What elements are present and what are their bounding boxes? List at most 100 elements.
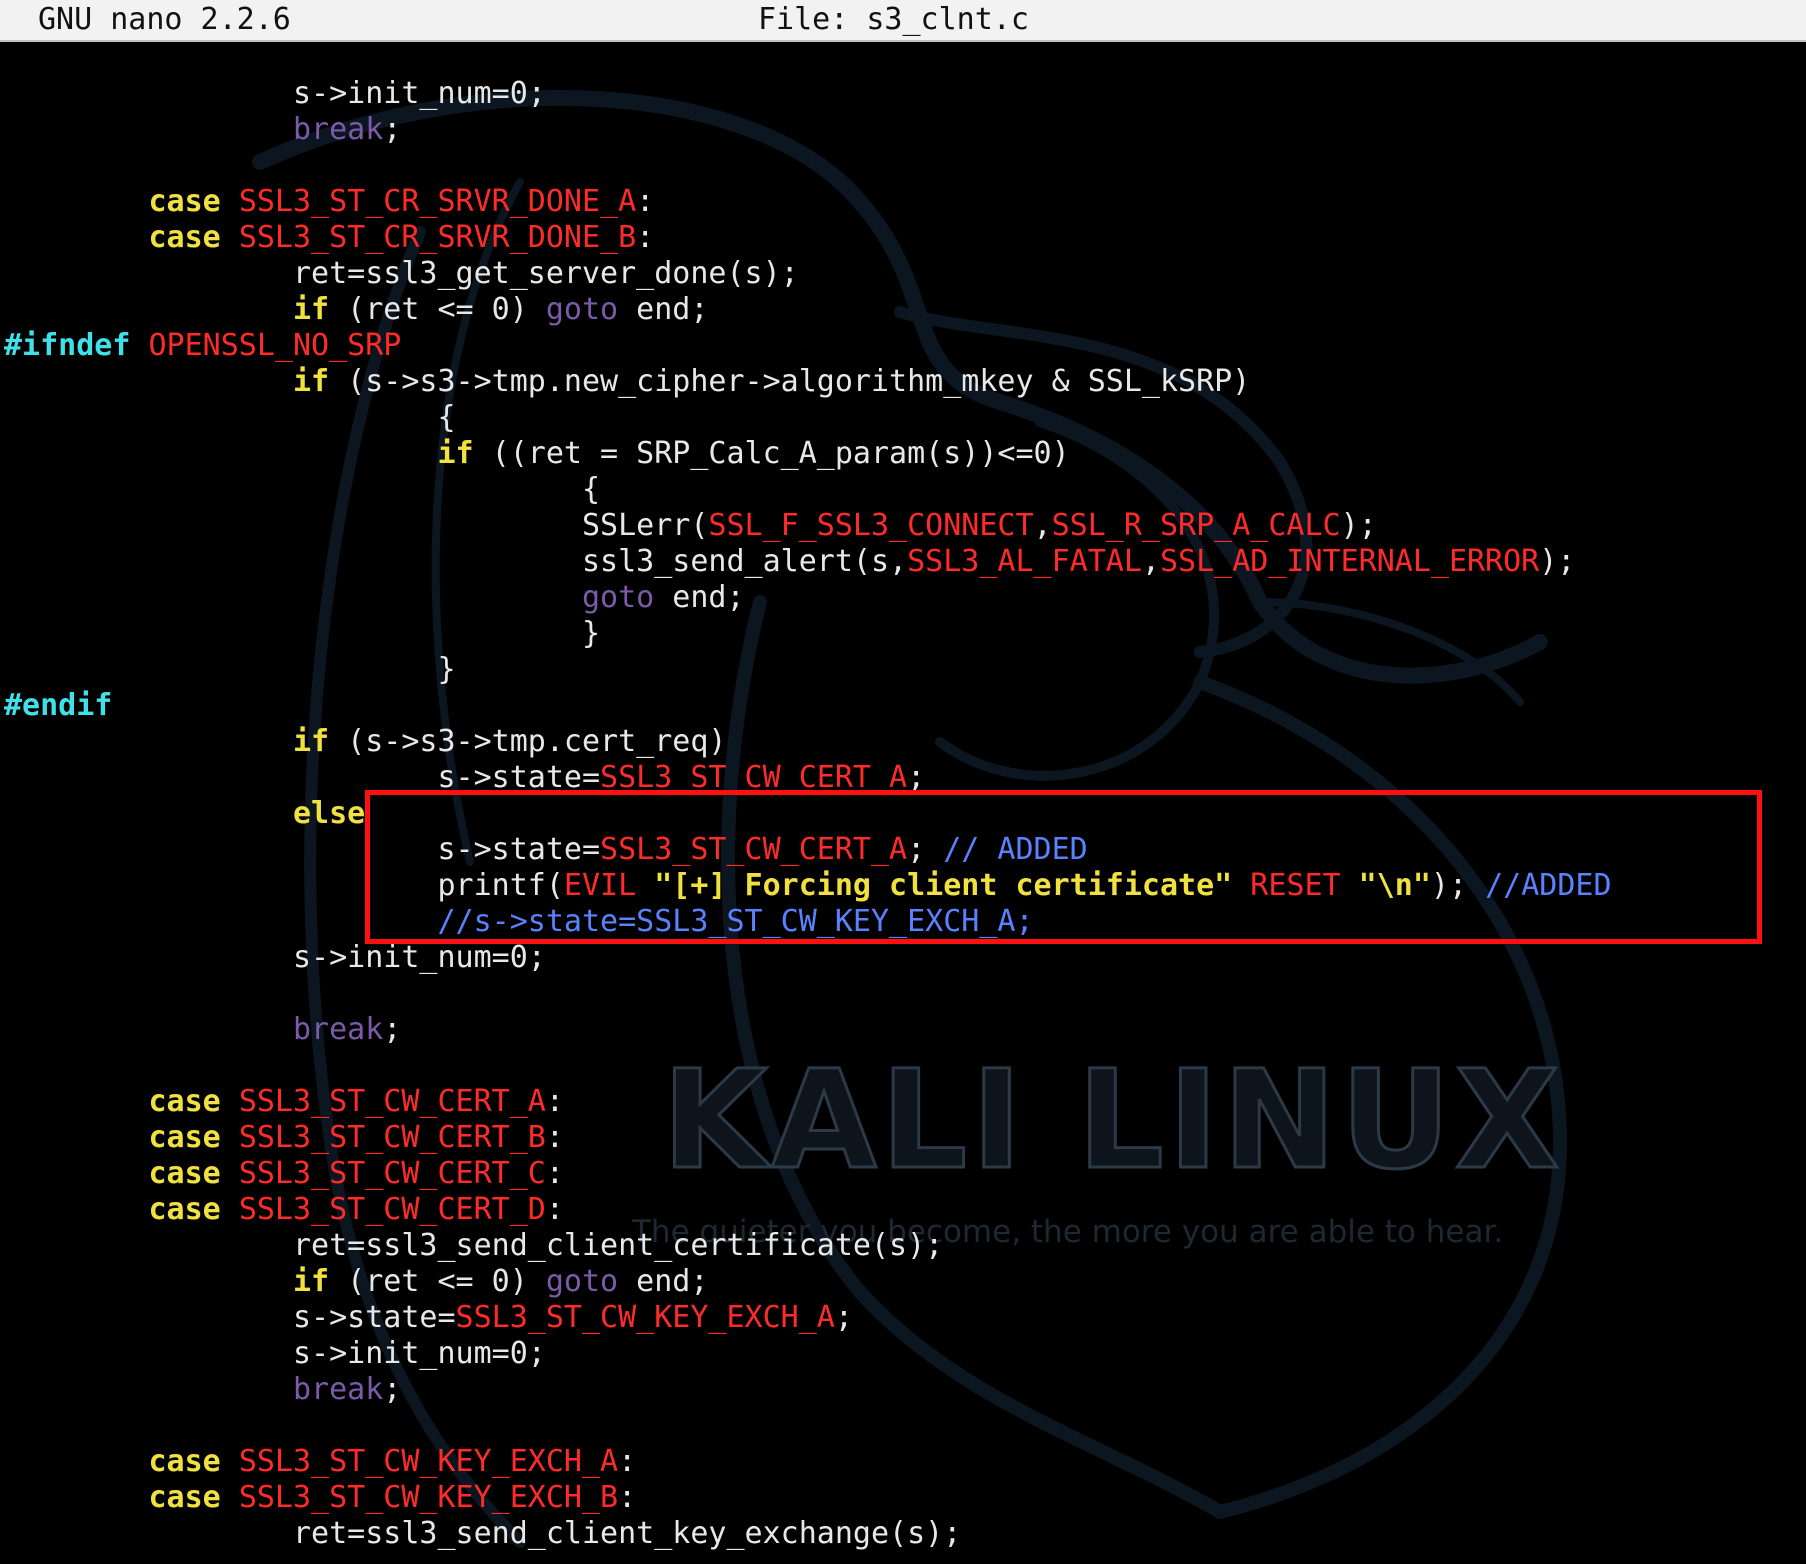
code-token: }: [4, 616, 601, 651]
code-line: case SSL3_ST_CW_CERT_B:: [4, 1120, 1804, 1156]
code-token: :: [545, 1120, 564, 1155]
code-token: SSL3_ST_CR_SRVR_DONE_A: [238, 184, 637, 219]
code-token: if: [292, 292, 330, 327]
code-line: case SSL3_ST_CR_SRVR_DONE_B:: [4, 220, 1804, 256]
code-line: s->state=SSL3_ST_CW_KEY_EXCH_A;: [4, 1300, 1804, 1336]
code-token: case: [148, 1084, 221, 1119]
code-token: goto: [545, 292, 619, 327]
code-token: s->init_num=0;: [4, 940, 546, 975]
code-line: case SSL3_ST_CW_CERT_D:: [4, 1192, 1804, 1228]
code-token: case: [148, 184, 221, 219]
code-line: case SSL3_ST_CW_KEY_EXCH_A:: [4, 1444, 1804, 1480]
code-token: case: [148, 1192, 221, 1227]
code-token: break: [292, 112, 384, 147]
highlight-annotation-box: [365, 790, 1762, 944]
code-line: break;: [4, 1372, 1804, 1408]
code-line: ssl3_send_alert(s,SSL3_AL_FATAL,SSL_AD_I…: [4, 544, 1804, 580]
code-token: {: [4, 400, 456, 435]
code-token: SSL3_ST_CW_KEY_EXCH_B: [238, 1480, 619, 1515]
code-token: :: [545, 1084, 564, 1119]
code-line: case SSL3_ST_CW_CERT_A:: [4, 1084, 1804, 1120]
code-token: s->state=: [4, 1300, 456, 1335]
code-token: );: [1340, 508, 1377, 543]
code-token: ,: [1141, 544, 1160, 579]
code-line: }: [4, 616, 1804, 652]
code-token: :: [618, 1444, 637, 1479]
code-token: end;: [618, 292, 709, 327]
code-line: if (ret <= 0) goto end;: [4, 1264, 1804, 1300]
code-line: if (s->s3->tmp.new_cipher->algorithm_mke…: [4, 364, 1804, 400]
code-token: end;: [654, 580, 745, 615]
code-token: SSL3_ST_CW_KEY_EXCH_A: [238, 1444, 619, 1479]
code-token: if: [292, 364, 330, 399]
code-token: if: [292, 1264, 330, 1299]
code-token: break: [292, 1372, 384, 1407]
code-token: SSL3_ST_CW_CERT_B: [238, 1120, 546, 1155]
code-token: end;: [618, 1264, 709, 1299]
code-token: ;: [834, 1300, 853, 1335]
terminal-window: GNU nano 2.2.6 File: s3_clnt.c KALI LINU…: [0, 0, 1806, 1564]
code-line: s->init_num=0;: [4, 76, 1804, 112]
code-token: ret=ssl3_send_client_certificate(s);: [4, 1228, 944, 1263]
code-line: {: [4, 400, 1804, 436]
code-token: ,: [1033, 508, 1052, 543]
code-line: #endif: [4, 688, 1804, 724]
code-line: if ((ret = SRP_Calc_A_param(s))<=0): [4, 436, 1804, 472]
code-token: SSL3_ST_CW_CERT_A: [238, 1084, 546, 1119]
code-token: SSL_AD_INTERNAL_ERROR: [1159, 544, 1540, 579]
code-line: ret=ssl3_send_client_key_exchange(s);: [4, 1516, 1804, 1552]
editor-version: GNU nano 2.2.6: [38, 2, 291, 37]
code-token: ;: [383, 112, 402, 147]
code-token: SSLerr(: [4, 508, 709, 543]
code-token: #ifndef: [4, 328, 131, 363]
code-token: ;: [383, 1372, 402, 1407]
code-line: break;: [4, 1012, 1804, 1048]
code-line: break;: [4, 112, 1804, 148]
code-token: SSL_F_SSL3_CONNECT: [708, 508, 1034, 543]
code-token: :: [636, 220, 655, 255]
code-token: :: [545, 1156, 564, 1191]
code-token: case: [148, 220, 221, 255]
code-token: break: [292, 1012, 384, 1047]
code-token: SSL_R_SRP_A_CALC: [1051, 508, 1341, 543]
code-line: goto end;: [4, 580, 1804, 616]
code-token: }: [4, 652, 456, 687]
code-token: ;: [383, 1012, 402, 1047]
code-token: :: [636, 184, 655, 219]
code-line: {: [4, 472, 1804, 508]
code-line: ret=ssl3_send_client_certificate(s);: [4, 1228, 1804, 1264]
code-token: goto: [545, 1264, 619, 1299]
code-token: goto: [581, 580, 655, 615]
nano-title-bar: GNU nano 2.2.6 File: s3_clnt.c: [0, 0, 1806, 42]
code-line: ret=ssl3_get_server_done(s);: [4, 256, 1804, 292]
code-token: s->init_num=0;: [4, 76, 546, 111]
code-token: s->init_num=0;: [4, 1336, 546, 1371]
code-token: ret=ssl3_get_server_done(s);: [4, 256, 799, 291]
code-token: ret=ssl3_send_client_key_exchange(s);: [4, 1516, 962, 1551]
code-line: case SSL3_ST_CR_SRVR_DONE_A:: [4, 184, 1804, 220]
code-token: if: [292, 724, 330, 759]
code-token: ((ret = SRP_Calc_A_param(s))<=0): [473, 436, 1070, 471]
code-token: SSL3_ST_CW_CERT_D: [238, 1192, 546, 1227]
